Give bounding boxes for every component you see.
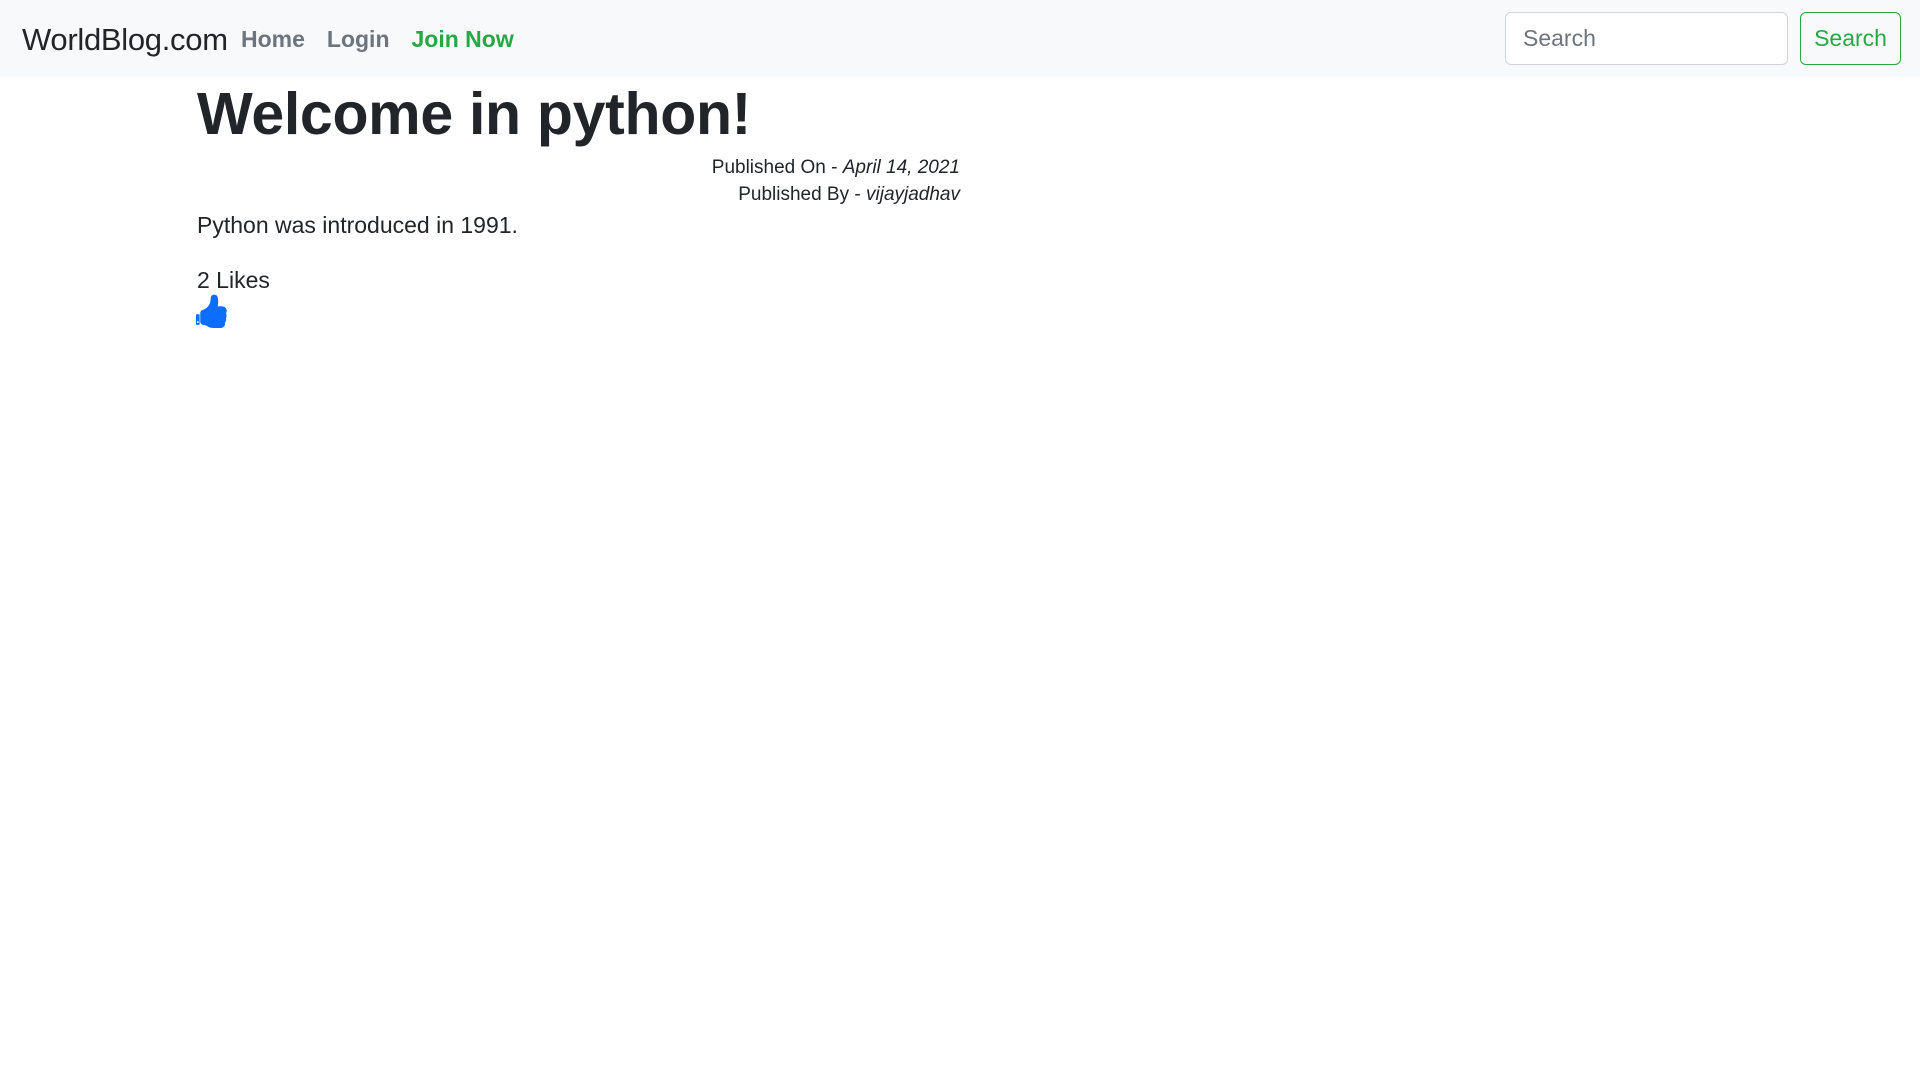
published-on-label: Published On -	[711, 157, 843, 178]
nav-join-now-link[interactable]: Join Now	[412, 22, 514, 56]
search-button[interactable]: Search	[1800, 12, 1901, 65]
nav-links: Home Login Join Now	[241, 22, 514, 56]
like-button[interactable]	[196, 294, 230, 328]
nav-login-link[interactable]: Login	[327, 22, 390, 56]
post-meta: Published On - April 14, 2021 Published …	[560, 154, 960, 208]
post-title: Welcome in python!	[197, 81, 752, 147]
published-on-line: Published On - April 14, 2021	[560, 154, 960, 181]
search-input[interactable]	[1505, 12, 1788, 65]
likes-count: 2 Likes	[197, 267, 270, 293]
brand-link[interactable]: WorldBlog.com	[22, 20, 228, 60]
thumbs-up-icon	[196, 294, 227, 328]
nav-home-link[interactable]: Home	[241, 22, 305, 56]
search-form: Search	[1505, 12, 1901, 65]
post-body: Python was introduced in 1991.	[197, 212, 518, 238]
published-by-author: vijayjadhav	[866, 184, 960, 205]
published-by-label: Published By -	[738, 184, 866, 205]
published-by-line: Published By - vijayjadhav	[560, 181, 960, 208]
published-on-date: April 14, 2021	[842, 157, 960, 178]
navbar: WorldBlog.com Home Login Join Now Search	[0, 0, 1920, 77]
